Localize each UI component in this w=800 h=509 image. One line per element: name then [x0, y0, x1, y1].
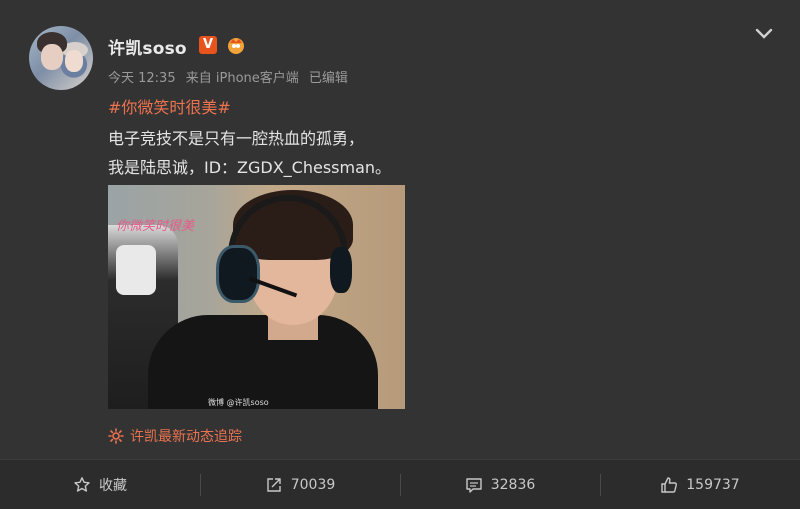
image-caption: 你微笑时很美	[116, 219, 195, 234]
like-button[interactable]: 159737	[600, 460, 800, 509]
favorite-button[interactable]: 收藏	[0, 460, 200, 509]
thumbs-up-icon	[661, 476, 678, 493]
topic-hashtag[interactable]: #你微笑时很美#	[108, 94, 231, 118]
image-watermark: 微博 @许凯soso	[208, 398, 269, 407]
star-icon	[74, 476, 90, 492]
favorite-label: 收藏	[99, 477, 127, 494]
post-source[interactable]: 来自 iPhone客户端	[186, 71, 299, 86]
repost-button[interactable]: 70039	[200, 460, 400, 509]
chevron-down-icon[interactable]	[752, 24, 776, 44]
post-image[interactable]: 你微笑时很美 微博 @许凯soso	[108, 185, 405, 409]
post-timestamp[interactable]: 今天 12:35	[108, 71, 176, 86]
comment-icon	[466, 477, 482, 493]
follow-link[interactable]: 许凯最新动态追踪	[108, 426, 242, 446]
author-name[interactable]: 许凯soso	[108, 34, 187, 59]
weibo-post-card: 许凯soso V 今天 12:35 来自 iPhone客户端 已编辑 #你微笑时…	[0, 0, 800, 458]
post-text-line: 电子竞技不是只有一腔热血的孤勇，	[108, 129, 365, 148]
image-headphone-left	[216, 245, 260, 303]
sun-icon	[108, 428, 124, 444]
post-meta: 今天 12:35 来自 iPhone客户端 已编辑	[108, 67, 354, 86]
share-icon	[267, 477, 281, 492]
verified-badge[interactable]: V	[199, 36, 217, 54]
image-shirt	[148, 315, 378, 409]
avatar-detail	[41, 44, 63, 70]
like-count: 159737	[686, 476, 740, 493]
avatar[interactable]	[29, 26, 93, 90]
image-chair-pad	[116, 245, 156, 295]
follow-link-label[interactable]: 许凯最新动态追踪	[130, 426, 242, 446]
action-bar: 收藏 70039 32836 159737	[0, 459, 800, 509]
avatar-detail	[65, 50, 83, 72]
repost-count: 70039	[290, 476, 336, 493]
comment-button[interactable]: 32836	[400, 460, 600, 509]
post-text-line: 我是陆思诚，ID：ZGDX_Chessman。	[108, 158, 392, 177]
crown-badge-icon[interactable]	[225, 35, 247, 55]
post-edited: 已编辑	[308, 71, 348, 86]
image-headphone-right	[330, 247, 352, 293]
comment-count: 32836	[490, 476, 536, 493]
